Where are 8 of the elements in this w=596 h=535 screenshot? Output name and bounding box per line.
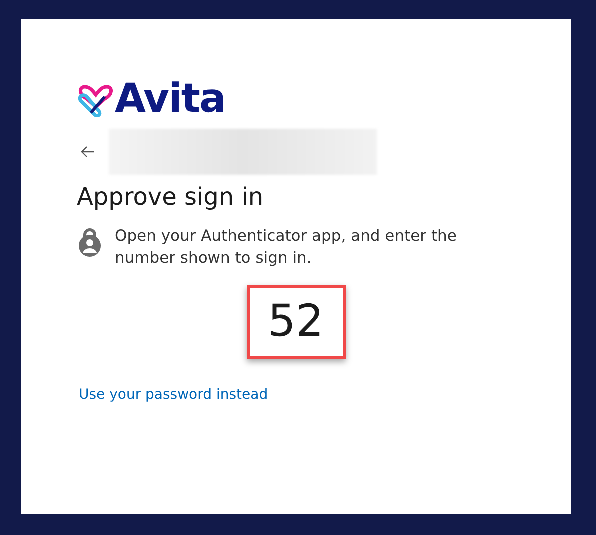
instruction-text: Open your Authenticator app, and enter the number shown to sign in. (115, 226, 458, 269)
page-title: Approve sign in (77, 182, 265, 213)
logo-wordmark: Avita (115, 77, 226, 121)
back-arrow-icon[interactable] (81, 146, 95, 158)
verification-number: 52 (246, 285, 346, 359)
password-link[interactable]: Use your password instead (79, 385, 268, 406)
lock-person-icon (77, 228, 103, 258)
heart-cross-logo-icon (77, 83, 115, 117)
